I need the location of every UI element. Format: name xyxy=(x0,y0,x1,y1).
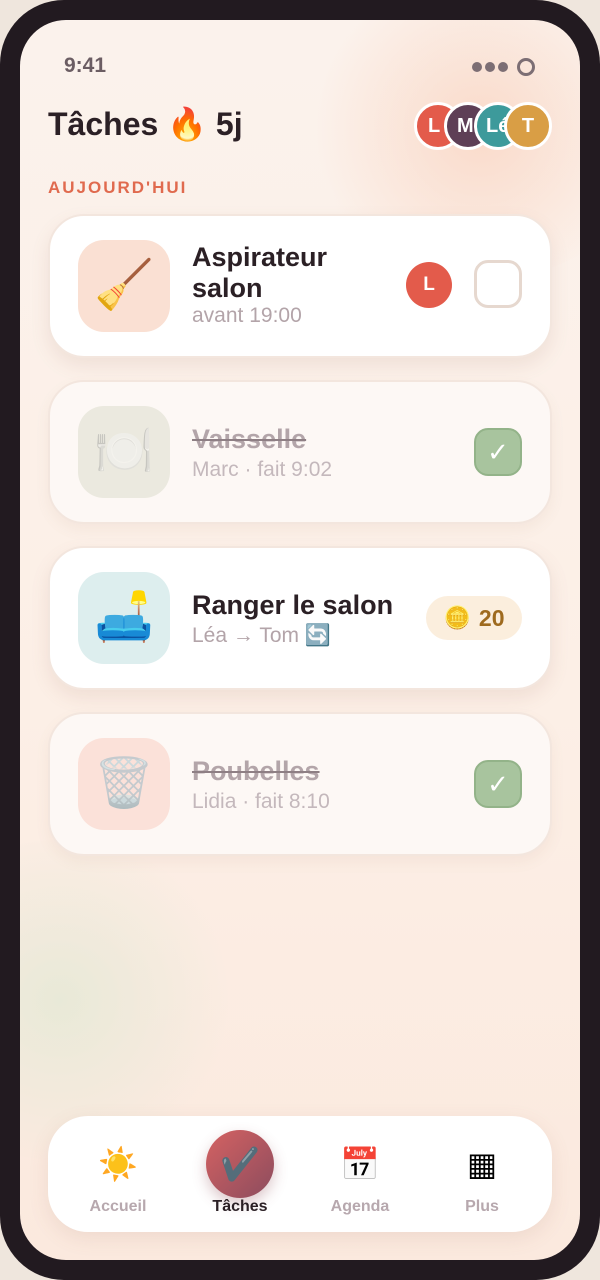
tab-agenda[interactable]: 📅 Agenda xyxy=(300,1116,420,1232)
coin-amount: 20 xyxy=(478,604,505,631)
status-ring-icon xyxy=(517,58,535,76)
avatar[interactable]: T xyxy=(504,102,552,150)
tab-bar: ☀️ Accueil ✔️ Tâches 📅 Agenda ▦ Plus xyxy=(48,1116,552,1232)
coin-reward-badge[interactable]: 🪙 20 xyxy=(426,596,522,640)
signal-icon xyxy=(472,58,535,76)
trash-icon: 🗑️ xyxy=(78,738,170,830)
page-title: Tâches 🔥 5j xyxy=(48,106,243,142)
assignee-avatar[interactable]: L xyxy=(406,262,452,308)
coin-icon: 🪙 xyxy=(443,605,471,630)
plate-icon: 🍽️ xyxy=(78,406,170,498)
task-subtitle: Lidia · fait 8:10 xyxy=(192,790,330,813)
task-checkbox-checked[interactable]: ✓ xyxy=(474,428,522,476)
task-title: Vaisselle xyxy=(192,424,307,454)
check-icon: ✓ xyxy=(487,436,509,467)
broom-icon: 🧹 xyxy=(78,240,170,332)
task-checkbox[interactable] xyxy=(474,260,522,308)
task-card[interactable]: 🍽️ Vaisselle Marc · fait 9:02 ✓ xyxy=(48,380,552,524)
task-emoji: 🍽️ xyxy=(94,425,154,478)
section-label: AUJOURD'HUI xyxy=(48,178,188,197)
background-glow xyxy=(20,840,240,1160)
household-avatars[interactable]: L M Lé T xyxy=(414,102,554,152)
task-card[interactable]: 🛋️ Ranger le salon Léa → Tom 🔄 🪙 20 xyxy=(48,546,552,690)
sofa-icon: 🛋️ xyxy=(78,572,170,664)
calendar-icon: 📅 xyxy=(340,1146,380,1182)
tab-taches[interactable]: Tâches xyxy=(180,1116,300,1232)
signal-dot-icon xyxy=(498,62,508,72)
signal-dot-icon xyxy=(472,62,482,72)
tab-plus[interactable]: ▦ Plus xyxy=(422,1116,542,1232)
task-checkbox-checked[interactable]: ✓ xyxy=(474,760,522,808)
tab-label: Tâches xyxy=(212,1198,268,1215)
task-emoji: 🧹 xyxy=(94,259,154,312)
grid-icon: ▦ xyxy=(466,1146,498,1182)
screen: 9:41 Tâches 🔥 5j L M Lé T AUJOURD'HUI 🧹 … xyxy=(20,20,580,1260)
tab-label: Accueil xyxy=(89,1198,147,1215)
tab-label: Plus xyxy=(465,1198,499,1215)
task-title: Ranger le salon xyxy=(192,590,394,620)
phone-frame: 9:41 Tâches 🔥 5j L M Lé T AUJOURD'HUI 🧹 … xyxy=(0,0,600,1280)
task-title: Poubelles xyxy=(192,756,320,786)
task-emoji: 🛋️ xyxy=(94,591,154,644)
task-title: Aspirateur salon xyxy=(192,242,328,303)
status-time: 9:41 xyxy=(64,54,107,77)
signal-dot-icon xyxy=(485,62,495,72)
task-card[interactable]: 🗑️ Poubelles Lidia · fait 8:10 ✓ xyxy=(48,712,552,856)
tab-label: Agenda xyxy=(330,1198,390,1215)
task-emoji: 🗑️ xyxy=(94,757,154,810)
task-subtitle: avant 19:00 xyxy=(192,304,302,327)
check-icon: ✓ xyxy=(487,768,509,799)
task-card[interactable]: 🧹 Aspirateur salon avant 19:00 L xyxy=(48,214,552,358)
tab-accueil[interactable]: ☀️ Accueil xyxy=(58,1116,178,1232)
task-subtitle: Marc · fait 9:02 xyxy=(192,458,333,481)
sun-icon: ☀️ xyxy=(98,1146,138,1182)
task-subtitle: Léa → Tom 🔄 xyxy=(192,624,331,647)
